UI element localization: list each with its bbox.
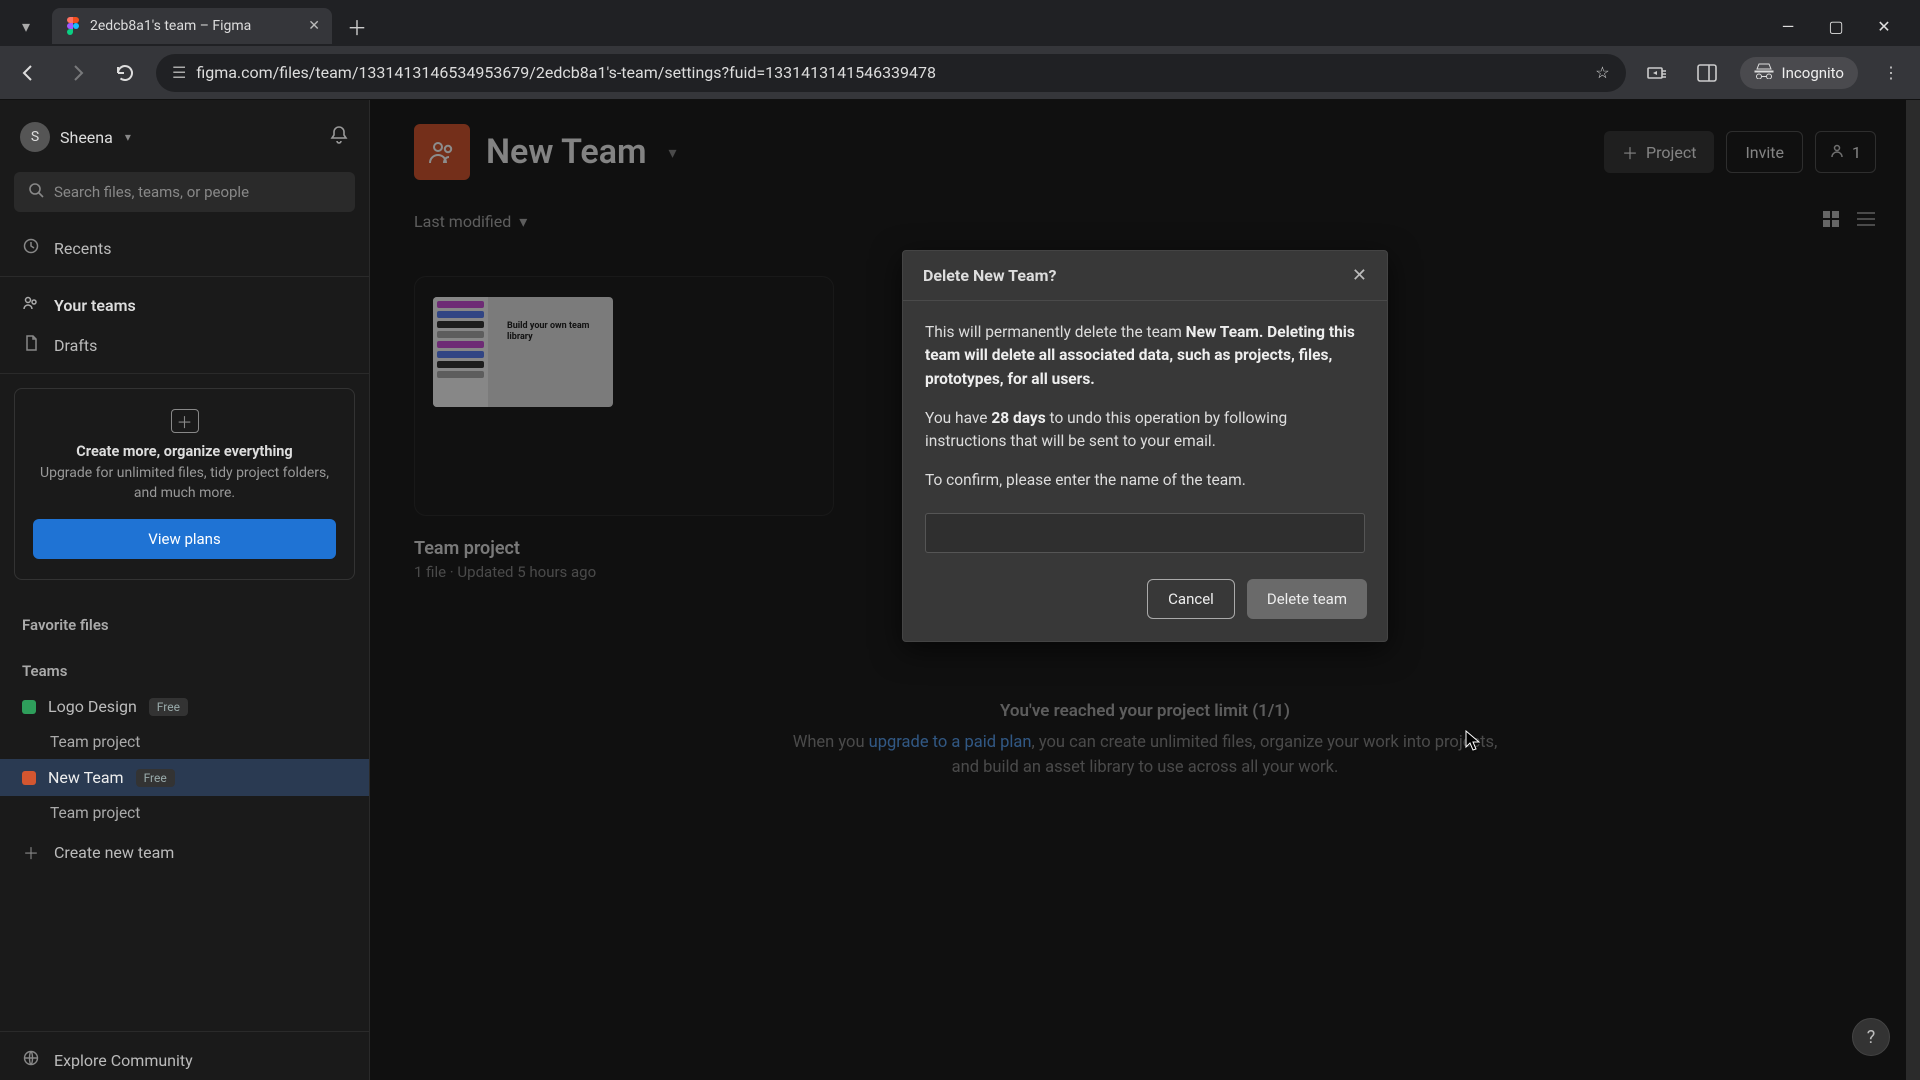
confirm-team-name-input[interactable]: [925, 513, 1365, 553]
user-name: Sheena: [60, 128, 113, 147]
forward-icon[interactable]: [60, 56, 94, 90]
incognito-label: Incognito: [1782, 64, 1844, 82]
address-bar[interactable]: ☰ figma.com/files/team/13314131465349536…: [156, 54, 1626, 92]
browser-toolbar: ☰ figma.com/files/team/13314131465349536…: [0, 46, 1920, 100]
close-icon[interactable]: ✕: [1352, 265, 1367, 286]
new-tab-button[interactable]: ＋: [340, 9, 374, 43]
close-window-icon[interactable]: ✕: [1874, 16, 1894, 36]
bookmark-star-icon[interactable]: ☆: [1595, 63, 1609, 82]
team-color-swatch: [22, 771, 36, 785]
search-icon: [28, 182, 44, 202]
cancel-button[interactable]: Cancel: [1147, 579, 1235, 619]
maximize-icon[interactable]: ▢: [1826, 16, 1846, 36]
avatar: S: [20, 122, 50, 152]
search-placeholder: Search files, teams, or people: [54, 183, 249, 201]
team-project-link[interactable]: Team project: [0, 725, 369, 759]
tab-title: 2edcb8a1's team – Figma: [90, 18, 251, 34]
modal-undo-text: You have 28 days to undo this operation …: [925, 407, 1365, 454]
site-info-icon[interactable]: ☰: [172, 63, 186, 82]
upgrade-title: Create more, organize everything: [33, 443, 336, 460]
modal-warning-text: This will permanently delete the team Ne…: [925, 321, 1365, 391]
modal-confirm-instruction: To confirm, please enter the name of the…: [925, 469, 1365, 492]
modal-title: Delete New Team?: [923, 266, 1056, 285]
incognito-icon: [1754, 63, 1774, 83]
browser-menu-icon[interactable]: ⋮: [1874, 56, 1908, 90]
teams-icon: [22, 295, 40, 315]
tab-search-dropdown[interactable]: ▾: [8, 8, 44, 44]
sidebar-item-recents[interactable]: Recents: [0, 228, 369, 268]
clock-icon: [22, 238, 40, 258]
sidebar: S Sheena ▾ Search files, teams, or peopl…: [0, 100, 370, 1080]
notifications-bell-icon[interactable]: [329, 125, 349, 149]
globe-icon: [22, 1050, 40, 1070]
sidebar-item-drafts[interactable]: Drafts: [0, 325, 369, 365]
create-new-team[interactable]: ＋ Create new team: [0, 830, 369, 874]
plan-badge: Free: [136, 769, 175, 787]
figma-favicon-icon: [64, 17, 82, 35]
drafts-icon: [22, 335, 40, 355]
favorite-files-header: Favorite files: [0, 596, 369, 642]
delete-team-button[interactable]: Delete team: [1247, 579, 1367, 619]
back-icon[interactable]: [12, 56, 46, 90]
sidebar-item-your-teams[interactable]: Your teams: [0, 285, 369, 325]
upgrade-body: Upgrade for unlimited files, tidy projec…: [33, 464, 336, 503]
account-switcher[interactable]: S Sheena ▾: [0, 116, 369, 166]
incognito-indicator[interactable]: Incognito: [1740, 57, 1858, 89]
browser-chrome: ▾ 2edcb8a1's team – Figma ✕ ＋ — ▢ ✕ ☰ fi…: [0, 0, 1920, 100]
new-file-icon: ＋: [171, 409, 199, 433]
scrollbar[interactable]: [1906, 100, 1920, 1080]
plan-badge: Free: [149, 698, 188, 716]
chevron-down-icon: ▾: [125, 130, 131, 144]
browser-tab[interactable]: 2edcb8a1's team – Figma ✕: [52, 8, 332, 44]
tab-close-icon[interactable]: ✕: [308, 18, 320, 34]
plus-icon: ＋: [22, 840, 40, 864]
minimize-icon[interactable]: —: [1778, 16, 1798, 36]
upgrade-card: ＋ Create more, organize everything Upgra…: [14, 388, 355, 580]
team-project-link[interactable]: Team project: [0, 796, 369, 830]
modal-backdrop[interactable]: Delete New Team? ✕ This will permanently…: [370, 100, 1920, 1080]
help-button[interactable]: ?: [1852, 1018, 1890, 1056]
team-row-logo-design[interactable]: Logo Design Free: [0, 688, 369, 725]
reload-icon[interactable]: [108, 56, 142, 90]
tab-strip: ▾ 2edcb8a1's team – Figma ✕ ＋ — ▢ ✕: [0, 0, 1920, 46]
search-input[interactable]: Search files, teams, or people: [14, 172, 355, 212]
delete-team-modal: Delete New Team? ✕ This will permanently…: [902, 250, 1388, 642]
teams-header: Teams: [0, 642, 369, 688]
view-plans-button[interactable]: View plans: [33, 519, 336, 559]
team-color-swatch: [22, 700, 36, 714]
window-controls: — ▢ ✕: [1778, 16, 1912, 36]
main-content: New Team ▾ ＋ Project Invite 1 Last mo: [370, 100, 1920, 1080]
explore-community[interactable]: Explore Community: [0, 1040, 369, 1080]
side-panel-icon[interactable]: [1690, 56, 1724, 90]
media-control-icon[interactable]: [1640, 56, 1674, 90]
url-text: figma.com/files/team/1331413146534953679…: [196, 63, 936, 82]
team-row-new-team[interactable]: New Team Free: [0, 759, 369, 796]
